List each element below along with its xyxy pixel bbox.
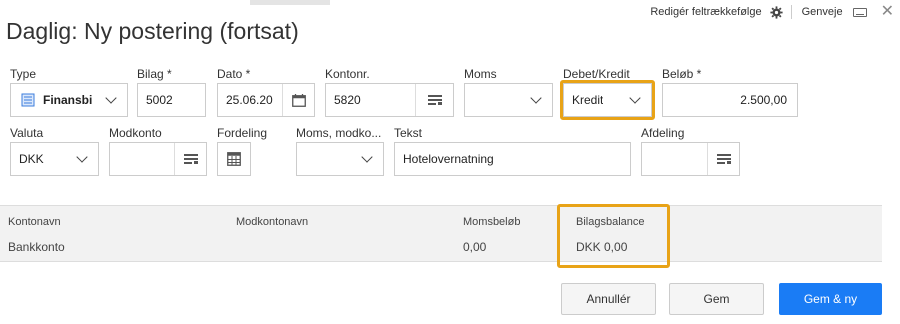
chevron-down-icon: [105, 92, 117, 104]
keyboard-icon[interactable]: [852, 7, 867, 17]
vat-amount-label: Momsbeløb: [463, 216, 521, 228]
calendar-icon: [291, 93, 306, 107]
divider: [790, 5, 792, 19]
type-label: Type: [10, 67, 37, 81]
highlight-debit-credit: [560, 80, 655, 120]
debit-credit-label: Debet/Kredit: [563, 67, 630, 81]
distribution-button[interactable]: [217, 142, 251, 176]
text-label: Tekst: [394, 126, 423, 140]
amount-input[interactable]: 2.500,00: [662, 83, 798, 117]
save-button[interactable]: Gem: [669, 283, 764, 315]
account-name-value: Bankkonto: [8, 240, 65, 254]
voucher-input[interactable]: 5002: [137, 83, 206, 117]
chevron-down-icon: [530, 92, 542, 104]
department-label: Afdeling: [641, 126, 685, 140]
vat-offset-label: Moms, modko...: [296, 126, 382, 140]
department-input[interactable]: [641, 142, 740, 176]
department-lookup-button[interactable]: [707, 143, 739, 175]
date-picker-button[interactable]: [282, 84, 314, 116]
cancel-button[interactable]: Annullér: [561, 283, 656, 315]
vat-amount-value: 0,00: [463, 240, 487, 254]
vat-label: Moms: [464, 67, 497, 81]
shortcuts-link[interactable]: Genveje: [802, 6, 843, 18]
ledger-icon: [21, 93, 35, 107]
chevron-down-icon: [361, 151, 373, 163]
type-select[interactable]: Finansbi: [10, 83, 128, 117]
amount-value: 2.500,00: [740, 93, 787, 107]
account-value: 5820: [334, 93, 361, 107]
vat-offset-select[interactable]: [296, 142, 384, 176]
top-actions: Redigér feltrækkefølge Genveje ✕: [650, 4, 894, 20]
list-lookup-icon: [716, 154, 731, 164]
account-lookup-button[interactable]: [415, 84, 453, 116]
account-name-label: Kontonavn: [8, 216, 61, 228]
voucher-value: 5002: [146, 93, 173, 107]
offset-account-label: Modkonto: [109, 126, 162, 140]
top-divider: [250, 0, 330, 5]
list-lookup-icon: [183, 154, 198, 164]
amount-label: Beløb *: [662, 67, 702, 81]
chevron-down-icon: [76, 151, 88, 163]
highlight-balance: [557, 204, 670, 268]
distribution-label: Fordeling: [217, 126, 268, 140]
summary-panel: [0, 205, 882, 262]
date-value: 25.06.20: [226, 93, 273, 107]
grid-icon: [227, 152, 241, 166]
page-title: Daglig: Ny postering (fortsat): [6, 18, 299, 44]
offset-account-input[interactable]: [109, 142, 207, 176]
currency-value: DKK: [19, 152, 44, 166]
list-lookup-icon: [427, 95, 442, 105]
close-icon[interactable]: ✕: [881, 4, 894, 20]
edit-field-order-link[interactable]: Redigér feltrækkefølge: [650, 6, 761, 18]
offset-name-label: Modkontonavn: [236, 216, 309, 228]
account-label: Kontonr.: [325, 67, 370, 81]
date-label: Dato *: [217, 67, 251, 81]
date-input[interactable]: 25.06.20: [217, 83, 315, 117]
offset-account-lookup-button[interactable]: [174, 143, 206, 175]
account-input[interactable]: 5820: [325, 83, 454, 117]
text-value: Hotelovernatning: [403, 152, 494, 166]
text-input[interactable]: Hotelovernatning: [394, 142, 631, 176]
currency-select[interactable]: DKK: [10, 142, 99, 176]
currency-label: Valuta: [10, 126, 44, 140]
save-new-button[interactable]: Gem & ny: [779, 283, 882, 315]
type-value: Finansbi: [43, 93, 93, 107]
vat-select[interactable]: [464, 83, 553, 117]
voucher-label: Bilag *: [137, 67, 172, 81]
gear-icon[interactable]: [770, 5, 783, 19]
